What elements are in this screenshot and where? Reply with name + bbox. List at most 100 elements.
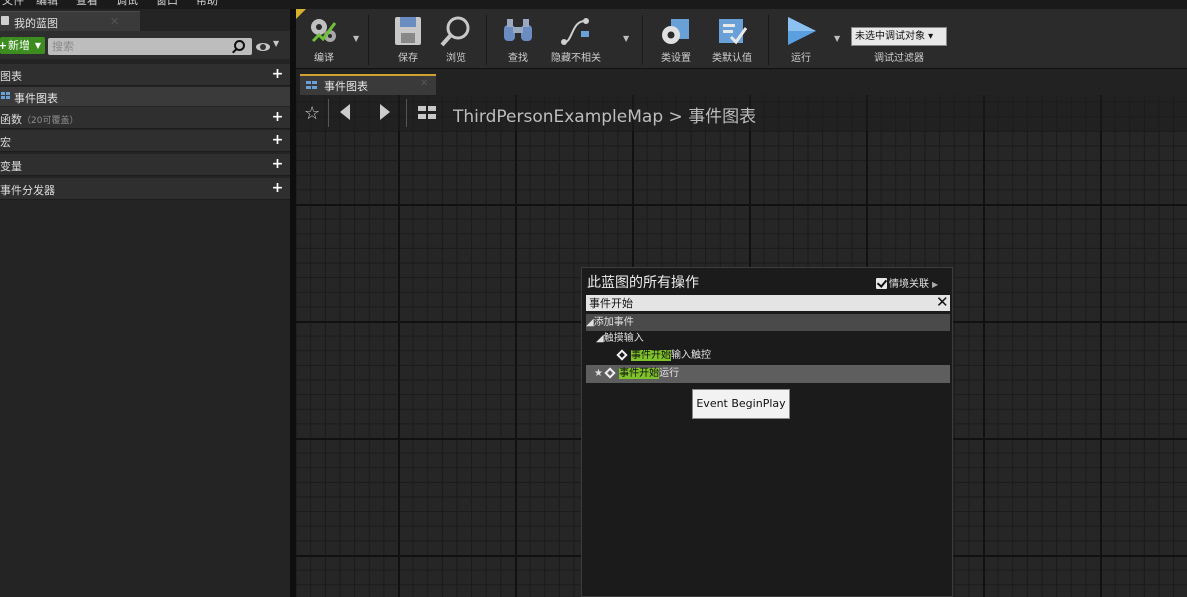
breadcrumb-map[interactable]: ThirdPersonExampleMap bbox=[453, 107, 663, 127]
add-function-plus-icon[interactable]: + bbox=[271, 110, 284, 124]
add-graph-plus-icon[interactable]: + bbox=[271, 67, 284, 81]
breadcrumb-separator bbox=[328, 99, 329, 127]
action-item-rest: 运行 bbox=[659, 368, 680, 379]
close-icon[interactable]: ✕ bbox=[110, 15, 119, 28]
chevron-down-icon[interactable]: ▼ bbox=[834, 34, 840, 43]
tab-event-graph[interactable]: 事件图表 ✕ bbox=[300, 74, 436, 95]
my-blueprint-toolbar: + 新增 ▼ ▼ bbox=[0, 31, 290, 59]
save-disk-icon bbox=[395, 17, 421, 45]
chevron-down-icon[interactable]: ▼ bbox=[353, 34, 359, 43]
section-variables[interactable]: 变量 + bbox=[0, 154, 290, 176]
menu-debug[interactable]: 调试 bbox=[116, 0, 138, 7]
add-dispatcher-plus-icon[interactable]: + bbox=[271, 181, 284, 195]
section-macros-label: 宏 bbox=[0, 136, 11, 149]
checkbox-checked-icon[interactable] bbox=[876, 278, 887, 289]
action-item-touch-begin[interactable]: 事件开始输入触控 bbox=[586, 347, 950, 364]
match-highlight: 事件开始 bbox=[631, 350, 671, 361]
toolbar-separator bbox=[642, 15, 643, 65]
my-blueprint-panel: 我的蓝图 ✕ + 新增 ▼ ▼ 图表 + 事件图表 函数（20可覆盖） + 宏 … bbox=[0, 9, 290, 597]
clear-search-icon[interactable]: ✕ bbox=[936, 293, 949, 311]
category-touch-input[interactable]: ◢触摸输入 bbox=[586, 330, 950, 347]
graph-grid-icon bbox=[418, 106, 436, 120]
blueprint-book-icon bbox=[1, 16, 9, 25]
save-button[interactable]: 保存 bbox=[386, 9, 430, 69]
graph-item-event-graph[interactable]: 事件图表 bbox=[0, 87, 290, 106]
breadcrumb-arrow: > bbox=[668, 107, 683, 127]
section-graphs[interactable]: 图表 + bbox=[0, 64, 290, 86]
graph-item-label: 事件图表 bbox=[14, 92, 58, 105]
view-options-eye-icon[interactable] bbox=[256, 43, 270, 51]
class-settings-label: 类设置 bbox=[661, 53, 691, 64]
menu-window[interactable]: 窗口 bbox=[156, 0, 178, 7]
breadcrumb-separator bbox=[406, 99, 407, 127]
menu-bar: 文件 编辑 查看 调试 窗口 帮助 bbox=[0, 0, 1187, 9]
section-functions[interactable]: 函数（20可覆盖） + bbox=[0, 107, 290, 129]
class-settings-button[interactable]: 类设置 bbox=[652, 9, 700, 69]
add-new-button[interactable]: + 新增 ▼ bbox=[0, 37, 45, 54]
close-icon[interactable]: ✕ bbox=[420, 78, 428, 89]
chevron-down-icon: ▼ bbox=[34, 41, 41, 50]
action-item-begin-play[interactable]: ★ 事件开始运行 bbox=[586, 365, 950, 383]
functions-override-count: （20可覆盖） bbox=[22, 116, 79, 126]
magnifier-icon bbox=[440, 16, 470, 47]
chevron-down-icon: ▾ bbox=[925, 31, 934, 42]
my-blueprint-tab[interactable]: 我的蓝图 ✕ bbox=[0, 11, 140, 31]
tab-event-graph-label: 事件图表 bbox=[324, 80, 368, 93]
add-macro-plus-icon[interactable]: + bbox=[271, 133, 284, 147]
toolbar-separator bbox=[368, 15, 369, 65]
action-search-input[interactable] bbox=[589, 295, 929, 311]
class-defaults-label: 类默认值 bbox=[712, 53, 752, 64]
event-diamond-icon bbox=[604, 367, 616, 379]
save-label: 保存 bbox=[398, 53, 418, 64]
breadcrumb-graph[interactable]: 事件图表 bbox=[688, 107, 756, 127]
section-variables-label: 变量 bbox=[0, 160, 22, 173]
category-add-event[interactable]: ◢添加事件 bbox=[586, 314, 950, 331]
plus-icon: + bbox=[0, 39, 8, 52]
chevron-down-icon[interactable]: ▼ bbox=[623, 34, 629, 43]
chevron-right-icon[interactable]: ▶ bbox=[932, 280, 938, 289]
compile-gears-icon bbox=[311, 19, 337, 43]
section-event-dispatchers[interactable]: 事件分发器 + bbox=[0, 178, 290, 200]
blueprint-search-input[interactable] bbox=[52, 39, 232, 54]
graph-breadcrumb-bar: ☆ ThirdPersonExampleMap > 事件图表 bbox=[296, 95, 1187, 131]
context-sensitive-toggle[interactable]: 情境关联 ▶ bbox=[876, 275, 938, 290]
debug-object-select[interactable]: 未选中调试对象 ▾ bbox=[851, 27, 947, 46]
menu-file[interactable]: 文件 bbox=[2, 0, 24, 7]
play-button[interactable]: 运行 bbox=[778, 9, 824, 69]
class-defaults-checklist-icon bbox=[719, 19, 748, 45]
category-touch-input-label: 触摸输入 bbox=[603, 333, 644, 344]
breadcrumb: ThirdPersonExampleMap > 事件图表 bbox=[453, 102, 756, 127]
event-diamond-icon bbox=[616, 349, 628, 361]
add-variable-plus-icon[interactable]: + bbox=[271, 157, 284, 171]
forward-arrow-icon[interactable] bbox=[380, 104, 390, 120]
browse-button[interactable]: 浏览 bbox=[434, 9, 478, 69]
binoculars-icon bbox=[504, 19, 532, 41]
favorite-star-icon[interactable]: ★ bbox=[594, 368, 603, 379]
star-icon[interactable]: ☆ bbox=[304, 103, 320, 124]
triangle-down-icon: ◢ bbox=[586, 317, 594, 328]
graph-tab-bar: 事件图表 ✕ bbox=[296, 69, 1187, 95]
my-blueprint-tab-label: 我的蓝图 bbox=[14, 17, 58, 30]
search-icon bbox=[234, 40, 245, 51]
add-new-label: 新增 bbox=[8, 39, 30, 52]
action-tooltip: Event BeginPlay bbox=[692, 389, 790, 419]
compile-button[interactable]: 编译 bbox=[300, 9, 348, 69]
menu-edit[interactable]: 编辑 bbox=[36, 0, 58, 7]
back-arrow-icon[interactable] bbox=[340, 104, 350, 120]
menu-help[interactable]: 帮助 bbox=[196, 0, 218, 7]
section-macros[interactable]: 宏 + bbox=[0, 130, 290, 152]
debug-object-value: 未选中调试对象 bbox=[855, 31, 925, 42]
context-sensitive-label: 情境关联 bbox=[889, 279, 929, 290]
section-functions-label: 函数（20可覆盖） bbox=[0, 113, 79, 126]
menu-view[interactable]: 查看 bbox=[76, 0, 98, 7]
triangle-down-icon: ◢ bbox=[596, 333, 604, 344]
toolbar-separator bbox=[768, 15, 769, 65]
chevron-down-icon[interactable]: ▼ bbox=[273, 39, 279, 48]
play-label: 运行 bbox=[791, 53, 811, 64]
class-settings-gear-icon bbox=[662, 19, 689, 44]
class-defaults-button[interactable]: 类默认值 bbox=[704, 9, 760, 69]
find-label: 查找 bbox=[508, 53, 528, 64]
find-button[interactable]: 查找 bbox=[496, 9, 540, 69]
section-event-dispatchers-label: 事件分发器 bbox=[0, 184, 55, 197]
hide-unrelated-button[interactable]: 隐藏不相关 bbox=[546, 9, 606, 69]
